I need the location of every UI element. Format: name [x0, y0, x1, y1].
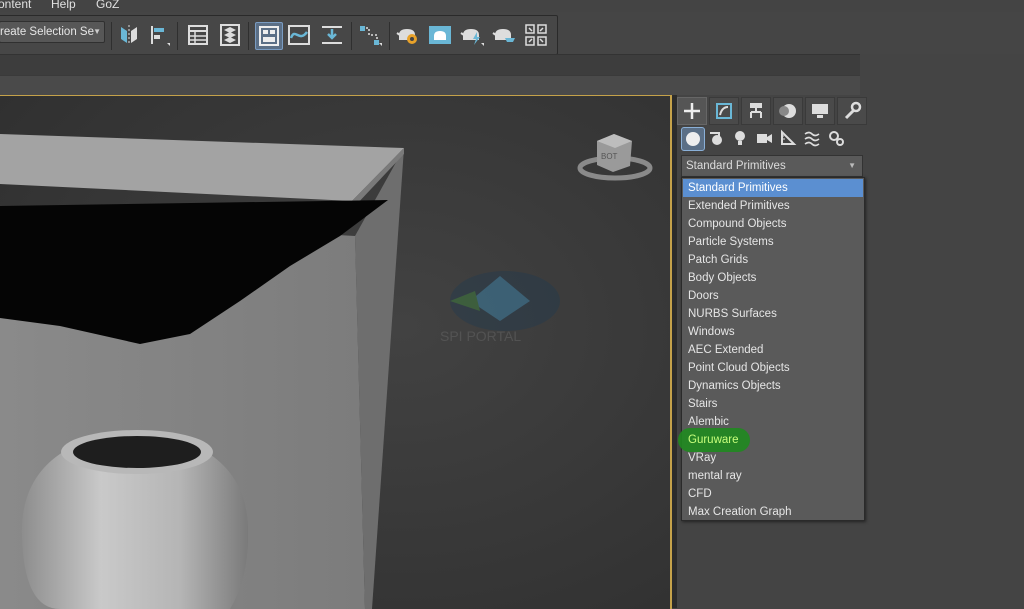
helpers-category[interactable] [777, 127, 799, 149]
list-item[interactable]: Compound Objects [683, 215, 863, 233]
align-button[interactable] [146, 22, 172, 48]
chevron-down-icon: ▼ [848, 161, 856, 170]
chevron-down-icon: ▼ [93, 27, 101, 36]
align-icon [151, 26, 170, 46]
list-item[interactable]: mental ray [683, 467, 863, 485]
render-iterative-button[interactable] [523, 22, 549, 48]
ribbon-toggle-icon [259, 26, 279, 46]
modify-icon [716, 103, 732, 119]
layer-explorer-icon [220, 24, 240, 46]
monitor-icon [812, 104, 828, 118]
create-tab[interactable] [677, 97, 707, 125]
schematic-view-icon [360, 26, 382, 46]
selection-set-dropdown[interactable]: reate Selection Se ▼ [0, 21, 105, 43]
space-warps-icon [804, 131, 820, 147]
hierarchy-tab[interactable] [741, 97, 771, 125]
display-tab[interactable] [805, 97, 835, 125]
schematic-view-button[interactable] [358, 22, 384, 48]
render-setup-button[interactable] [395, 22, 421, 48]
shapes-icon [710, 132, 722, 145]
toolbar-group: reate Selection Se ▼ [0, 15, 558, 55]
gears-icon [829, 131, 844, 146]
scene-explorer-button[interactable] [185, 22, 211, 48]
render-production-icon [460, 29, 484, 46]
lightbulb-icon [735, 131, 745, 145]
menu-content[interactable]: ontent [0, 0, 31, 11]
plus-icon [684, 103, 700, 119]
object-type-list: Standard Primitives Extended Primitives … [678, 177, 865, 521]
dope-sheet-icon [322, 26, 342, 44]
list-item[interactable]: CFD [683, 485, 863, 503]
wrench-icon [844, 101, 862, 120]
lights-category[interactable] [729, 127, 751, 149]
list-item[interactable]: Body Objects [683, 269, 863, 287]
menu-goz[interactable]: GoZ [96, 0, 119, 11]
toolbar-divider [177, 22, 178, 50]
watermark-text: SPI PORTAL [440, 328, 521, 344]
toolbar-divider [248, 22, 249, 50]
list-item[interactable]: AEC Extended [683, 341, 863, 359]
list-item[interactable]: Stairs [683, 395, 863, 413]
viewcube-label: BOT [601, 152, 618, 161]
space-warps-category[interactable] [801, 127, 823, 149]
tape-measure-icon [781, 129, 797, 145]
list-item[interactable]: Extended Primitives [683, 197, 863, 215]
menu-bar: ontent Help GoZ [0, 0, 1024, 12]
systems-category[interactable] [825, 127, 847, 149]
hierarchy-icon [750, 103, 762, 118]
toolbar-divider [351, 22, 352, 50]
render-production-button[interactable] [459, 22, 485, 48]
toolbar-divider [111, 22, 112, 50]
rendered-frame-icon [429, 26, 451, 44]
list-item[interactable]: Dynamics Objects [683, 377, 863, 395]
dope-sheet-button[interactable] [319, 22, 345, 48]
viewport-scene: BOT SPI PORTAL [0, 96, 670, 609]
quick-render-button[interactable] [491, 22, 517, 48]
rendered-frame-button[interactable] [427, 22, 453, 48]
command-panel-tabs [677, 97, 867, 125]
list-item[interactable]: VRay [683, 449, 863, 467]
list-item-label: Guruware [688, 434, 739, 446]
curve-editor-button[interactable] [286, 22, 312, 48]
list-item[interactable]: Doors [683, 287, 863, 305]
list-item[interactable]: Standard Primitives [683, 179, 863, 197]
mirror-icon [121, 25, 137, 45]
cameras-category[interactable] [753, 127, 775, 149]
perspective-viewport[interactable]: BOT SPI PORTAL [0, 95, 672, 609]
mirror-button[interactable] [116, 22, 142, 48]
modify-tab[interactable] [709, 97, 739, 125]
render-iterative-icon [525, 24, 547, 46]
ribbon-toggle-button[interactable] [255, 22, 283, 50]
list-item[interactable]: Patch Grids [683, 251, 863, 269]
object-type-dropdown[interactable]: Standard Primitives ▼ [681, 155, 863, 177]
list-item[interactable]: NURBS Surfaces [683, 305, 863, 323]
utilities-tab[interactable] [837, 97, 867, 125]
shapes-category[interactable] [705, 127, 727, 149]
list-item[interactable]: Particle Systems [683, 233, 863, 251]
toolbar-divider [389, 22, 390, 50]
render-setup-icon [396, 29, 417, 44]
list-item[interactable]: Windows [683, 323, 863, 341]
geometry-icon [686, 132, 700, 146]
motion-icon [779, 104, 796, 118]
menu-help[interactable]: Help [51, 0, 76, 11]
layer-explorer-button[interactable] [217, 22, 243, 48]
camera-icon [757, 134, 772, 143]
scene-explorer-icon [188, 25, 208, 45]
curve-editor-icon [288, 25, 310, 45]
command-panel: Standard Primitives ▼ Standard Primitive… [677, 95, 1024, 608]
geometry-category[interactable] [681, 127, 705, 151]
quick-render-icon [492, 29, 515, 42]
main-toolbar: reate Selection Se ▼ [0, 12, 1024, 55]
list-item[interactable]: Max Creation Graph [683, 503, 863, 521]
list-item[interactable]: Point Cloud Objects [683, 359, 863, 377]
motion-tab[interactable] [773, 97, 803, 125]
list-item-guruware[interactable]: Guruware [678, 428, 863, 452]
